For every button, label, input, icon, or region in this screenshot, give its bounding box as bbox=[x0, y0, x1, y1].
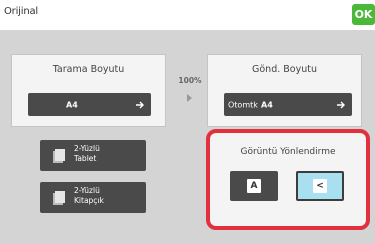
scan-size-label: Tarama Boyutu bbox=[52, 64, 125, 75]
page-title: Orijinal bbox=[4, 6, 38, 17]
header-bar: Orijinal OK bbox=[0, 0, 375, 30]
duplex-tablet-icon bbox=[53, 149, 65, 163]
orientation-upright-button[interactable]: A bbox=[230, 171, 278, 201]
orientation-upright-icon: A bbox=[247, 179, 261, 193]
image-orientation-label: Görüntü Yönlendirme bbox=[240, 147, 336, 157]
orientation-rotated-button[interactable]: < bbox=[296, 171, 344, 201]
send-size-button[interactable]: Otomtk A4 bbox=[224, 93, 352, 116]
duplex-tablet-button[interactable]: 2-Yüzlü Tablet bbox=[40, 140, 146, 171]
duplex-booklet-label: 2-Yüzlü Kitapçık bbox=[74, 186, 104, 205]
duplex-booklet-button[interactable]: 2-Yüzlü Kitapçık bbox=[40, 182, 146, 213]
scan-size-button[interactable]: A4 bbox=[28, 93, 151, 116]
duplex-tablet-label: 2-Yüzlü Tablet bbox=[74, 144, 100, 163]
scan-size-panel: Tarama Boyutu A4 bbox=[11, 54, 166, 127]
send-size-mode: Otomtk bbox=[228, 100, 258, 109]
send-size-value: A4 bbox=[261, 100, 273, 109]
zoom-ratio: 100% bbox=[178, 76, 202, 85]
send-size-panel: Gönd. Boyutu Otomtk A4 bbox=[207, 54, 362, 127]
duplex-booklet-icon bbox=[53, 191, 65, 205]
image-orientation-panel: Görüntü Yönlendirme A < bbox=[206, 129, 370, 230]
orientation-rotated-icon: < bbox=[313, 179, 327, 193]
arrow-right-icon bbox=[337, 101, 345, 108]
send-size-label: Gönd. Boyutu bbox=[252, 64, 317, 75]
ok-button[interactable]: OK bbox=[352, 4, 375, 25]
scan-size-value: A4 bbox=[66, 100, 78, 109]
play-arrow-icon bbox=[187, 94, 192, 102]
arrow-right-icon bbox=[136, 101, 144, 108]
